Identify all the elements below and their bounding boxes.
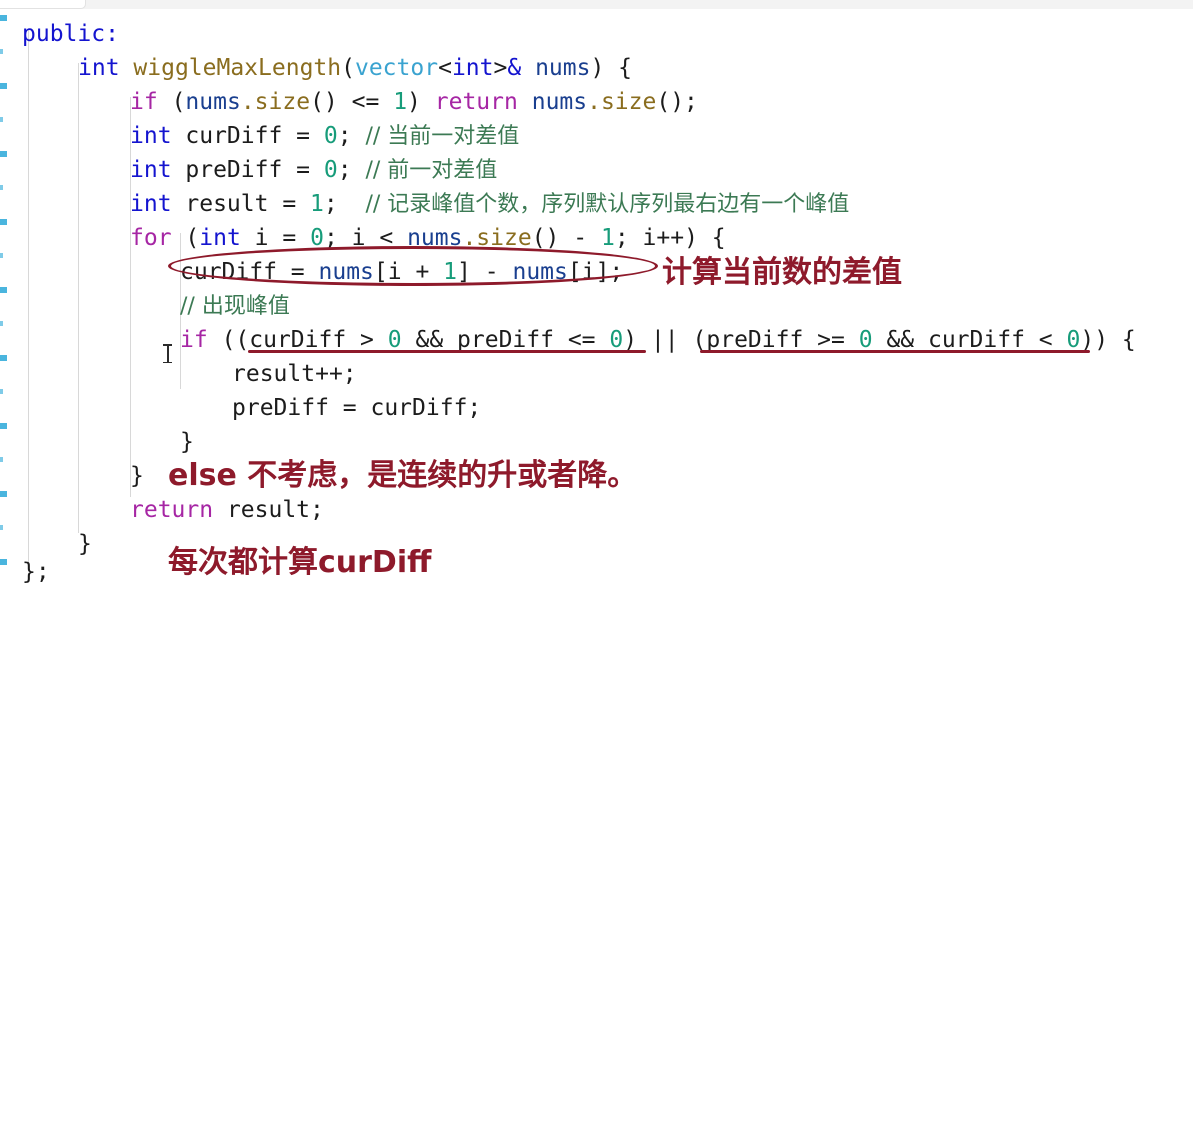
token-class-vector: vector	[354, 55, 439, 81]
annotation-else-note: else 不考虑，是连续的升或者降。	[168, 458, 638, 493]
code-line[interactable]: int preDiff = 0; // 前一对差值	[130, 153, 497, 187]
code-line[interactable]: }	[78, 527, 92, 561]
code-line[interactable]: if (nums.size() <= 1) return nums.size()…	[130, 85, 698, 119]
annotation-underline-condition-1	[248, 350, 646, 353]
code-line[interactable]: };	[22, 555, 50, 589]
code-line[interactable]: preDiff = curDiff;	[232, 391, 481, 425]
text-cursor-ibeam	[163, 344, 172, 363]
code-line[interactable]: int curDiff = 0; // 当前一对差值	[130, 119, 519, 153]
annotation-underline-condition-2	[700, 350, 1090, 353]
comment-peak: // 出现峰值	[180, 294, 290, 319]
annotation-ellipse-curdiff-line	[168, 246, 658, 286]
comment-pre-diff: // 前一对差值	[365, 158, 498, 183]
annotation-calc-current-diff: 计算当前数的差值	[662, 255, 902, 290]
editor-tab[interactable]	[0, 0, 86, 9]
token-function-name: wiggleMaxLength	[133, 55, 342, 81]
code-line[interactable]: }	[130, 459, 144, 493]
code-line[interactable]: int wiggleMaxLength(vector<int>& nums) {	[78, 51, 632, 85]
code-line[interactable]: return result;	[130, 493, 324, 527]
token-type-int: int	[78, 55, 120, 81]
code-line[interactable]: result++;	[232, 357, 357, 391]
comment-cur-diff: // 当前一对差值	[365, 124, 520, 149]
code-line[interactable]: // 出现峰值	[180, 289, 290, 323]
code-line[interactable]: public:	[22, 17, 119, 51]
comment-result: // 记录峰值个数，序列默认序列最右边有一个峰值	[365, 192, 850, 217]
token-keyword-public: public:	[22, 21, 119, 47]
annotation-always-calc-curdiff: 每次都计算curDiff	[168, 545, 432, 580]
code-line[interactable]: int result = 1; // 记录峰值个数，序列默认序列最右边有一个峰值	[130, 187, 849, 221]
code-editor[interactable]: public: int wiggleMaxLength(vector<int>&…	[0, 9, 1193, 585]
